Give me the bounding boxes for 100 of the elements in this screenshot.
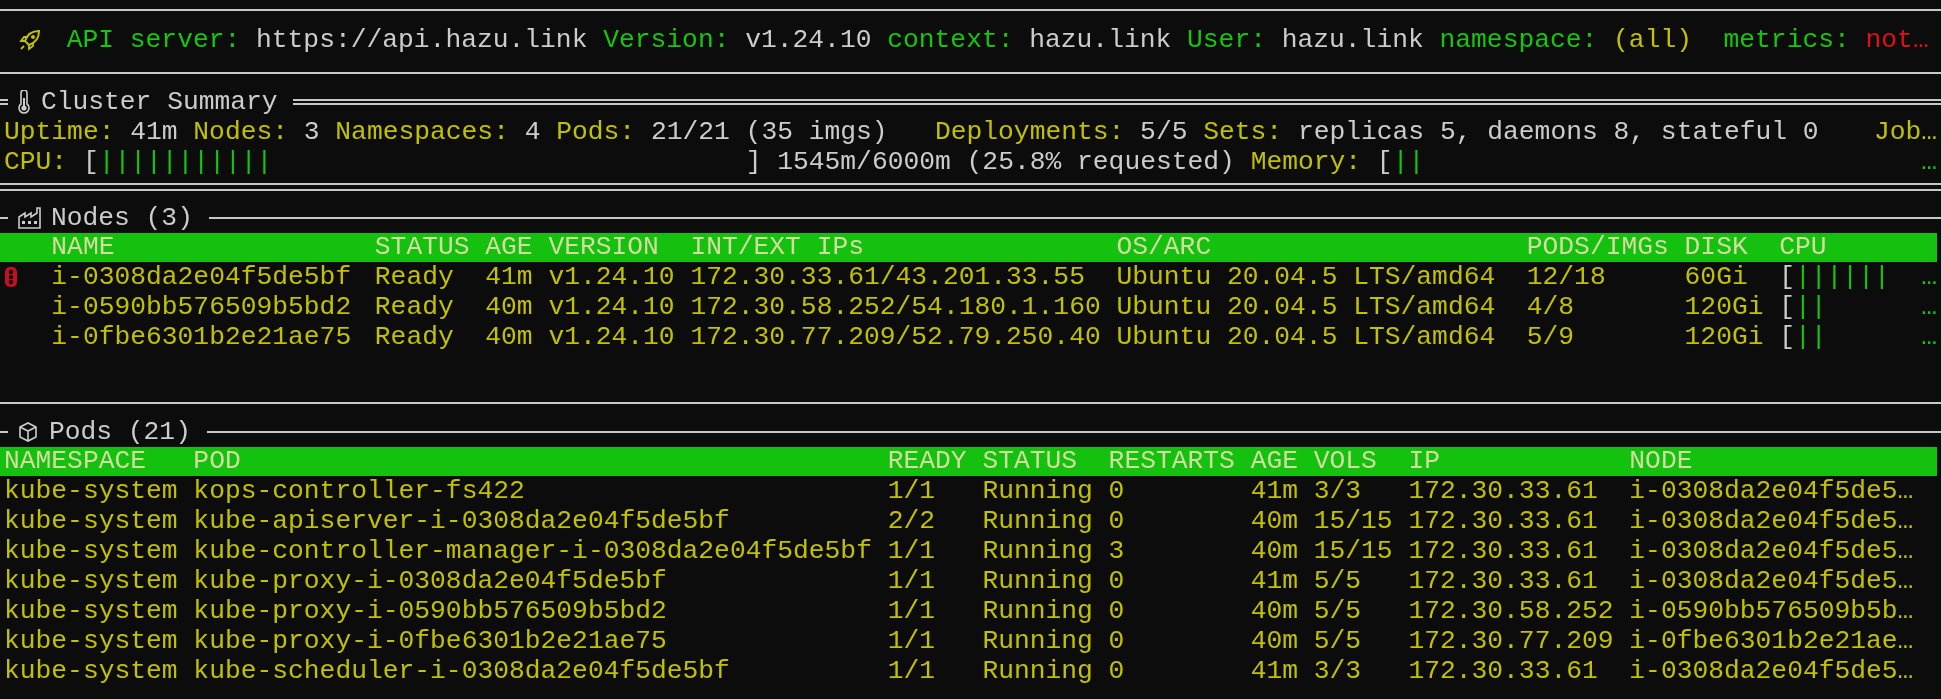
table-cell-text: kops-controller-fs422 xyxy=(193,476,526,506)
meter-bracket: [ xyxy=(1779,262,1796,292)
stat-label: Deployments: xyxy=(934,117,1125,147)
table-cell-text: 172.30.33.61/43.201.33.55 xyxy=(690,262,1086,292)
table-cell-text: 0 xyxy=(1108,626,1126,656)
table-cell-text: 120Gi xyxy=(1684,292,1765,322)
table-cell-text: kube-apiserver-i-0308da2e04f5de5bf xyxy=(193,506,731,536)
meter-bracket: [ xyxy=(1376,147,1393,177)
table-cell-text: i-0308da2e04f5de5… xyxy=(1629,536,1915,566)
table-cell-text: i-0308da2e04f5de5bf xyxy=(51,262,353,292)
table-cell-text: 172.30.58.252/54.180.1.160 xyxy=(690,292,1102,322)
table-cell-text: 1/1 xyxy=(887,596,937,626)
stat-label: Nodes: xyxy=(193,117,289,147)
table-cell-text: kube-controller-manager-i-0308da2e04f5de5bf xyxy=(193,536,873,566)
table-cell-text: v1.24.10 xyxy=(548,322,676,352)
column-header[interactable]: RESTARTS xyxy=(1108,447,1251,476)
table-cell-text: 1/1 xyxy=(887,536,937,566)
box-icon xyxy=(17,421,40,443)
meter-bars: || xyxy=(1795,292,1827,322)
section-title: Nodes (3) xyxy=(50,203,193,233)
table-cell-text: Running xyxy=(982,566,1094,596)
table-cell-text: 5/5 xyxy=(1313,596,1363,626)
column-header[interactable]: NODE xyxy=(1629,447,1937,476)
status-value: hazu.link xyxy=(1281,25,1424,55)
table-cell-text: kube-system xyxy=(4,656,179,686)
table-cell-text: kube-system xyxy=(4,566,179,596)
overflow-ellipsis: … xyxy=(1921,262,1937,292)
table-cell-text: 40m xyxy=(485,322,534,352)
table-cell-text: 0 xyxy=(1108,506,1126,536)
table-cell-text: kube-system xyxy=(4,596,179,626)
table-cell-text: Ubuntu 20.04.5 LTS/amd64 xyxy=(1116,262,1497,292)
table-cell-text: kube-proxy-i-0fbe6301b2e21ae75 xyxy=(193,626,668,656)
table-cell-text: 40m xyxy=(1250,596,1299,626)
column-header[interactable]: OS/ARC xyxy=(1116,233,1527,262)
table-cell-text: 172.30.33.61 xyxy=(1408,656,1599,686)
factory-icon xyxy=(17,207,42,229)
column-header[interactable]: NAMESPACE xyxy=(4,447,194,476)
table-cell-text: 40m xyxy=(485,292,534,322)
status-label: Version: xyxy=(603,25,730,55)
table-cell-text: 1/1 xyxy=(887,476,937,506)
table-cell-text: Ready xyxy=(374,322,455,352)
column-header[interactable]: VOLS xyxy=(1313,447,1409,476)
table-cell-text: i-0308da2e04f5de5… xyxy=(1629,506,1915,536)
table-cell-text: Ready xyxy=(374,292,455,322)
meter-bracket: [ xyxy=(82,147,99,177)
status-label: namespace: xyxy=(1439,25,1598,55)
table-cell-text: 40m xyxy=(1250,626,1299,656)
section-title: Pods (21) xyxy=(48,417,191,447)
table-cell-text: kube-system xyxy=(4,476,179,506)
table-cell-text: Ubuntu 20.04.5 LTS/amd64 xyxy=(1116,292,1497,322)
table-cell-text: 3 xyxy=(1108,536,1126,566)
column-header[interactable]: INT/EXT IPs xyxy=(690,233,1117,262)
status-value: (all) xyxy=(1613,25,1692,55)
table-cell-text: 1/1 xyxy=(887,566,937,596)
column-header[interactable]: CPU xyxy=(1779,233,1937,262)
column-header[interactable]: DISK xyxy=(1684,233,1780,262)
divider xyxy=(0,99,8,105)
column-header[interactable]: READY xyxy=(887,447,983,476)
table-cell-text: 3/3 xyxy=(1313,656,1363,686)
table-cell-text: 15/15 xyxy=(1313,536,1394,566)
table-cell-text: 41m xyxy=(1250,656,1299,686)
column-header[interactable]: STATUS xyxy=(374,233,486,262)
status-label: User: xyxy=(1187,25,1266,55)
overflow-ellipsis: … xyxy=(1921,322,1937,352)
section-title: Cluster Summary xyxy=(40,87,278,117)
meter-bracket: [ xyxy=(1779,322,1796,352)
table-cell-text: 120Gi xyxy=(1684,322,1765,352)
table-cell-text: Running xyxy=(982,626,1094,656)
table-cell-text: kube-proxy-i-0308da2e04f5de5bf xyxy=(193,566,668,596)
table-cell-text: 3/3 xyxy=(1313,476,1363,506)
meter-bars: ||||||||||| xyxy=(98,147,273,177)
table-cell-text: 5/5 xyxy=(1313,566,1363,596)
meter-bars: |||||| xyxy=(1795,262,1890,292)
column-header[interactable]: AGE xyxy=(485,233,549,262)
stat-label: Memory: xyxy=(1250,147,1362,177)
table-cell-text: 41m xyxy=(1250,566,1299,596)
stat-label: Namespaces: xyxy=(335,117,509,147)
column-header[interactable]: NAME xyxy=(51,233,375,262)
table-cell-text: 12/18 xyxy=(1526,262,1607,292)
table-cell-text: 60Gi xyxy=(1684,262,1749,292)
table-cell-text: v1.24.10 xyxy=(548,262,676,292)
column-header[interactable]: IP xyxy=(1408,447,1630,476)
column-header[interactable]: PODS/IMGs xyxy=(1526,233,1685,262)
table-cell-text: 0 xyxy=(1108,476,1126,506)
table-cell-text: kube-system xyxy=(4,536,179,566)
table-cell-text: 40m xyxy=(1250,506,1299,536)
table-cell-text: Running xyxy=(982,476,1094,506)
stat-label: Sets: xyxy=(1203,117,1283,147)
table-cell-text: Running xyxy=(982,506,1094,536)
table-cell-text: 172.30.33.61 xyxy=(1408,506,1599,536)
table-cell-text: v1.24.10 xyxy=(548,292,676,322)
column-header[interactable]: POD xyxy=(193,447,888,476)
column-header[interactable]: VERSION xyxy=(548,233,691,262)
status-label: metrics: xyxy=(1723,25,1850,55)
table-cell-text: 172.30.77.209/52.79.250.40 xyxy=(690,322,1102,352)
column-header[interactable]: AGE xyxy=(1250,447,1314,476)
stat-label: CPU: xyxy=(4,147,68,177)
table-cell-text: kube-system xyxy=(4,506,179,536)
column-header[interactable]: STATUS xyxy=(982,447,1109,476)
table-cell-text: i-0308da2e04f5de5… xyxy=(1629,566,1915,596)
